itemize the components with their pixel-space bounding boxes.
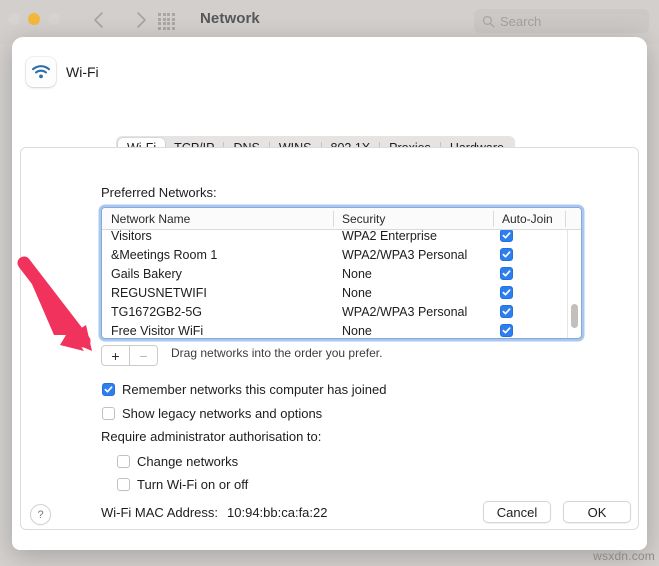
column-header-auto-join[interactable]: Auto-Join — [493, 208, 565, 229]
wifi-icon — [26, 57, 56, 87]
cell-security: None — [342, 266, 372, 281]
wifi-settings-sheet: Wi-Fi Wi-Fi TCP/IP DNS WINS 802.1X Proxi… — [12, 37, 647, 550]
watermark: wsxdn.com — [593, 549, 655, 563]
preferred-networks-label: Preferred Networks: — [101, 185, 217, 200]
traffic-lights — [8, 13, 60, 25]
close-window-button[interactable] — [8, 13, 20, 25]
cell-auto-join[interactable] — [493, 305, 565, 318]
change-networks-option[interactable]: Change networks — [117, 454, 238, 469]
search-icon — [482, 15, 495, 28]
remember-networks-option[interactable]: Remember networks this computer has join… — [102, 382, 386, 397]
table-row[interactable]: TG1672GB2-5G WPA2/WPA3 Personal — [102, 302, 581, 321]
show-legacy-option[interactable]: Show legacy networks and options — [102, 406, 322, 421]
table-body[interactable]: Visitors WPA2 Enterprise &Meetings Room … — [102, 230, 581, 338]
wifi-settings-panel: Preferred Networks: Network Name Securit… — [20, 147, 639, 530]
preferred-networks-table[interactable]: Network Name Security Auto-Join Visitors… — [101, 207, 582, 339]
column-header-network-name[interactable]: Network Name — [102, 208, 333, 229]
auto-join-checkbox[interactable] — [500, 324, 513, 337]
help-button[interactable]: ? — [30, 504, 51, 525]
page-title: Network — [200, 10, 260, 27]
change-networks-checkbox[interactable] — [117, 455, 130, 468]
minimize-window-button[interactable] — [28, 13, 40, 25]
scrollbar-thumb[interactable] — [571, 304, 578, 328]
chevron-right-icon[interactable] — [130, 8, 152, 32]
cell-security: None — [342, 285, 372, 300]
cell-auto-join[interactable] — [493, 267, 565, 280]
cell-security: WPA2 Enterprise — [342, 230, 437, 243]
auto-join-checkbox[interactable] — [500, 267, 513, 280]
table-vertical-scrollbar[interactable] — [567, 230, 580, 338]
ok-button[interactable]: OK — [563, 501, 631, 523]
cell-network-name: Visitors — [111, 230, 152, 243]
remove-network-button[interactable]: − — [129, 346, 157, 365]
navigation-arrows — [88, 8, 152, 32]
cell-network-name: Gails Bakery — [111, 266, 182, 281]
cell-network-name: &Meetings Room 1 — [111, 247, 218, 262]
auto-join-checkbox[interactable] — [500, 305, 513, 318]
auto-join-checkbox[interactable] — [500, 286, 513, 299]
column-header-security[interactable]: Security — [333, 208, 493, 229]
auto-join-checkbox[interactable] — [500, 230, 513, 242]
cell-security: WPA2/WPA3 Personal — [342, 247, 468, 262]
cell-security: WPA2/WPA3 Personal — [342, 304, 468, 319]
remember-networks-label: Remember networks this computer has join… — [122, 382, 387, 397]
cell-auto-join[interactable] — [493, 286, 565, 299]
chevron-left-icon[interactable] — [88, 8, 110, 32]
service-name: Wi-Fi — [66, 64, 99, 80]
cell-network-name: Free Visitor WiFi — [111, 323, 204, 338]
table-row[interactable]: Gails Bakery None — [102, 264, 581, 283]
search-placeholder: Search — [500, 13, 542, 29]
grid-apps-icon[interactable] — [158, 13, 175, 30]
require-admin-label: Require administrator authorisation to: — [101, 429, 322, 444]
table-header-row: Network Name Security Auto-Join — [102, 208, 581, 230]
table-row[interactable]: Free Visitor WiFi None — [102, 321, 581, 338]
cell-auto-join[interactable] — [493, 248, 565, 261]
service-header: Wi-Fi — [26, 57, 99, 87]
remember-networks-checkbox[interactable] — [102, 383, 115, 396]
cell-network-name: TG1672GB2-5G — [111, 304, 203, 319]
sheet-footer: ? Cancel OK — [12, 490, 647, 550]
cell-auto-join[interactable] — [493, 230, 565, 242]
cell-security: None — [342, 323, 372, 338]
footer-button-group: Cancel OK — [483, 501, 631, 523]
show-legacy-checkbox[interactable] — [102, 407, 115, 420]
show-legacy-label: Show legacy networks and options — [122, 406, 323, 421]
maximize-window-button[interactable] — [48, 13, 60, 25]
column-header-spacer — [565, 208, 581, 229]
change-networks-label: Change networks — [137, 454, 239, 469]
network-preferences-window: Network Search Wi-Fi Wi-Fi TCP/IP DNS — [0, 0, 659, 566]
drag-hint-text: Drag networks into the order you prefer. — [171, 346, 383, 360]
table-row[interactable]: Visitors WPA2 Enterprise — [102, 230, 581, 245]
cell-auto-join[interactable] — [493, 324, 565, 337]
table-row[interactable]: REGUSNETWIFI None — [102, 283, 581, 302]
auto-join-checkbox[interactable] — [500, 248, 513, 261]
search-input[interactable]: Search — [474, 9, 649, 33]
add-network-button[interactable]: + — [102, 346, 129, 365]
cell-network-name: REGUSNETWIFI — [111, 285, 207, 300]
table-row[interactable]: &Meetings Room 1 WPA2/WPA3 Personal — [102, 245, 581, 264]
add-remove-network-buttons: + − — [101, 345, 158, 366]
cancel-button[interactable]: Cancel — [483, 501, 551, 523]
